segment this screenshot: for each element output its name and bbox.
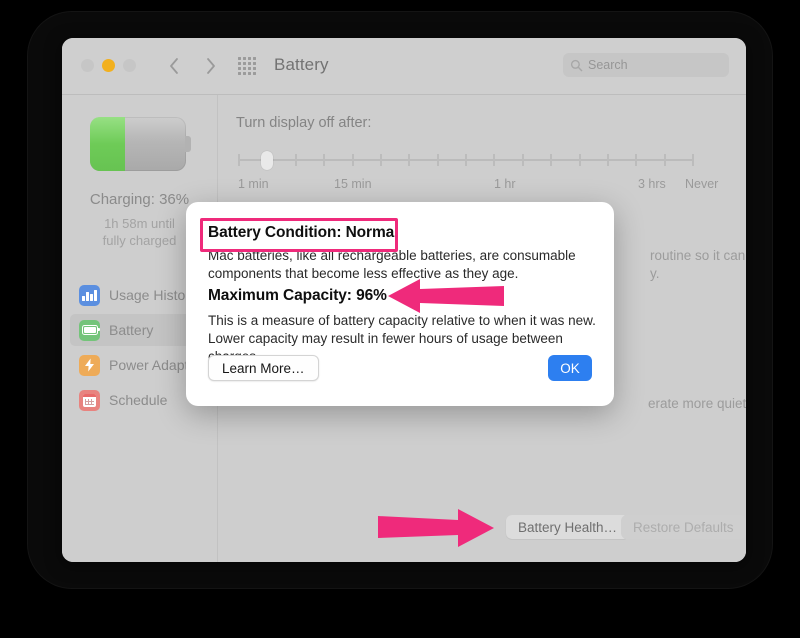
page-title: Battery bbox=[274, 55, 329, 74]
screenshot-root: Battery Search Charging: 36% 1h 58m unti… bbox=[0, 0, 800, 638]
schedule-icon bbox=[79, 389, 100, 411]
slider-legend-label: Never bbox=[685, 177, 719, 191]
sidebar-item-label: Battery bbox=[109, 322, 154, 338]
search-field[interactable]: Search bbox=[563, 53, 729, 77]
search-placeholder: Search bbox=[588, 58, 628, 72]
obscured-body-text-1: routine so it can bbox=[650, 248, 746, 263]
slider-legend-label: 3 hrs bbox=[638, 177, 666, 191]
obscured-body-text-3: erate more quietly. bbox=[648, 396, 746, 411]
slider-legend-label: 1 hr bbox=[494, 177, 516, 191]
slider-thumb[interactable] bbox=[261, 151, 274, 170]
back-chevron-icon[interactable] bbox=[165, 53, 183, 79]
power-adapter-icon bbox=[79, 354, 100, 376]
slider-ticks bbox=[238, 154, 694, 166]
usage-history-icon bbox=[79, 284, 100, 306]
traffic-lights bbox=[81, 59, 136, 72]
obscured-body-text-2: y. bbox=[650, 266, 660, 281]
bottom-button-bar: Battery Health… Restore Defaults ? bbox=[218, 515, 746, 541]
sidebar-item-label: Usage History bbox=[109, 287, 197, 303]
battery-condition-heading: Battery Condition: Normal bbox=[208, 224, 399, 241]
zoom-button[interactable] bbox=[123, 59, 136, 72]
maximum-capacity-heading: Maximum Capacity: 96% bbox=[208, 287, 387, 304]
search-icon bbox=[570, 59, 583, 72]
window-titlebar: Battery Search bbox=[62, 38, 746, 95]
slider-legend-label: 1 min bbox=[238, 177, 269, 191]
minimize-button[interactable] bbox=[102, 59, 115, 72]
navigation-controls bbox=[165, 53, 220, 79]
show-all-grid-icon[interactable] bbox=[238, 57, 256, 75]
display-off-label: Turn display off after: bbox=[236, 115, 372, 131]
battery-health-dialog: Battery Condition: Normal Mac batteries,… bbox=[186, 202, 614, 406]
restore-defaults-button[interactable]: Restore Defaults bbox=[621, 515, 746, 539]
slider-legend-label: 15 min bbox=[334, 177, 372, 191]
close-button[interactable] bbox=[81, 59, 94, 72]
battery-icon bbox=[79, 319, 100, 341]
learn-more-button[interactable]: Learn More… bbox=[208, 355, 319, 381]
battery-condition-body: Mac batteries, like all rechargeable bat… bbox=[208, 248, 576, 281]
slider-legend: 1 min 15 min 1 hr 3 hrs Never bbox=[238, 177, 718, 193]
forward-chevron-icon[interactable] bbox=[202, 53, 220, 79]
display-sleep-slider[interactable] bbox=[238, 151, 694, 170]
battery-health-button[interactable]: Battery Health… bbox=[506, 515, 630, 539]
sidebar-item-label: Schedule bbox=[109, 392, 168, 408]
large-battery-icon bbox=[90, 117, 191, 171]
ok-button[interactable]: OK bbox=[548, 355, 592, 381]
